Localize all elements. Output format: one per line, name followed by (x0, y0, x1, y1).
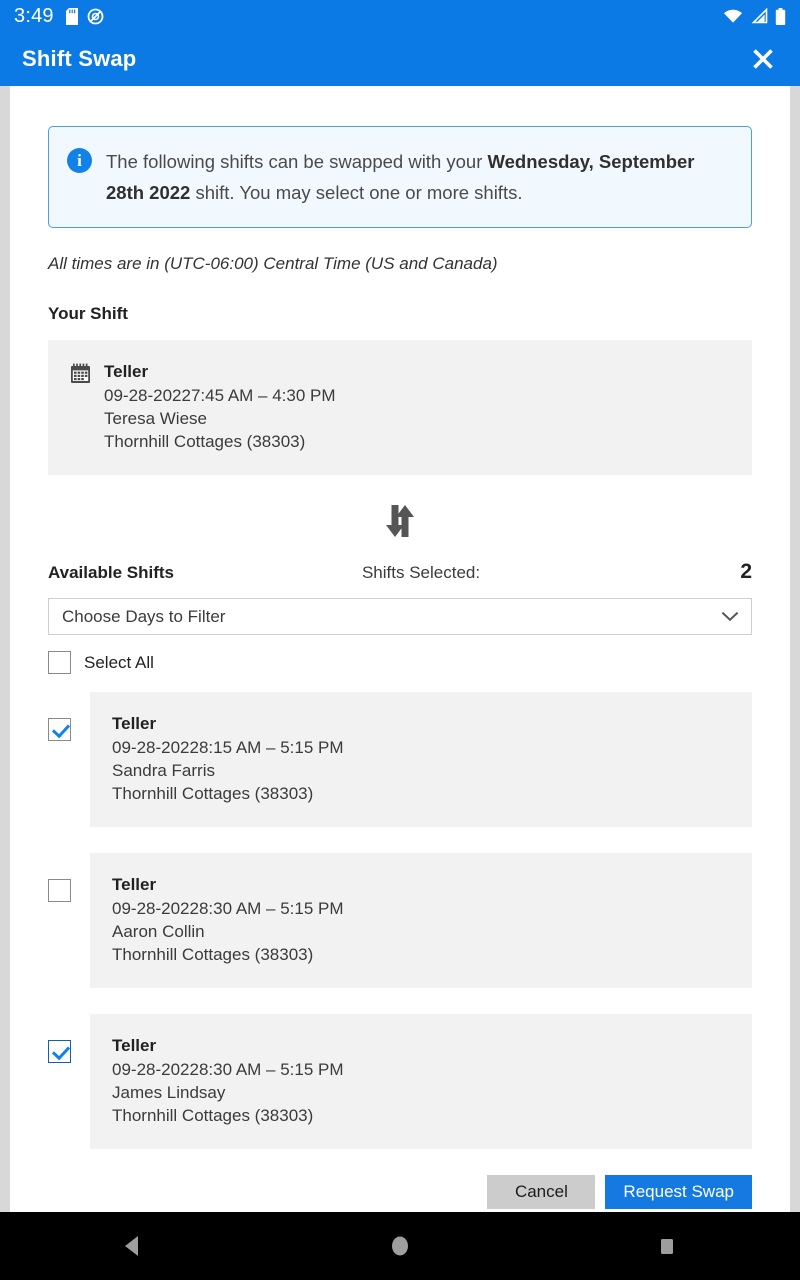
calendar-icon (71, 363, 90, 383)
page-title: Shift Swap (22, 46, 137, 71)
shift-datetime: 09-28-20228:30 AM – 5:15 PM (112, 899, 344, 918)
nav-recents-button[interactable] (622, 1212, 712, 1280)
shift-datetime: 09-28-20227:45 AM – 4:30 PM (104, 386, 336, 405)
info-banner-text: The following shifts can be swapped with… (106, 146, 729, 208)
status-left-icons (65, 7, 104, 25)
shift-location: Thornhill Cottages (38303) (104, 432, 306, 451)
nav-back-button[interactable] (88, 1212, 178, 1280)
request-swap-button[interactable]: Request Swap (605, 1175, 752, 1209)
info-icon: i (67, 148, 92, 173)
sd-card-icon (65, 7, 78, 25)
shift-person: Teresa Wiese (104, 409, 207, 428)
app-bar: Shift Swap (0, 32, 800, 86)
info-text-after: shift. You may select one or more shifts… (190, 182, 523, 203)
shift-role: Teller (112, 714, 157, 733)
your-shift-details: Teller 09-28-20227:45 AM – 4:30 PM Teres… (104, 360, 336, 453)
select-all-checkbox[interactable] (48, 651, 71, 674)
do-not-disturb-icon (87, 8, 104, 24)
recents-square-icon (660, 1239, 673, 1254)
status-clock: 3:49 (14, 4, 54, 27)
home-circle-icon (391, 1236, 408, 1256)
your-shift-heading: Your Shift (48, 304, 128, 323)
nav-home-button[interactable] (355, 1212, 445, 1280)
shift-location: Thornhill Cottages (38303) (112, 945, 314, 964)
status-bar: 3:49 (0, 0, 800, 32)
right-scroll-gutter[interactable] (790, 86, 800, 1212)
list-item[interactable]: Teller 09-28-20228:15 AM – 5:15 PM Sandr… (48, 692, 752, 827)
scroll-content: i The following shifts can be swapped wi… (10, 86, 790, 1212)
info-text-before: The following shifts can be swapped with… (106, 151, 488, 172)
shift-role: Teller (104, 362, 149, 381)
shift-location: Thornhill Cottages (38303) (112, 1106, 314, 1125)
page-body: i The following shifts can be swapped wi… (0, 86, 800, 1212)
shift-checkbox[interactable] (48, 879, 71, 902)
available-shifts-list: Teller 09-28-20228:15 AM – 5:15 PM Sandr… (48, 692, 752, 1149)
shift-role: Teller (112, 875, 157, 894)
system-nav-bar (0, 1212, 800, 1280)
timezone-note: All times are in (UTC-06:00) Central Tim… (48, 254, 498, 273)
info-banner: i The following shifts can be swapped wi… (48, 126, 752, 228)
shift-checkbox[interactable] (48, 1040, 71, 1063)
shift-person: Sandra Farris (112, 761, 215, 780)
battery-icon (775, 7, 786, 25)
days-filter-select[interactable]: Choose Days to Filter (48, 598, 752, 635)
wifi-icon (724, 9, 742, 23)
shift-person: Aaron Collin (112, 922, 205, 941)
shift-datetime: 09-28-20228:30 AM – 5:15 PM (112, 1060, 344, 1079)
shift-datetime: 09-28-20228:15 AM – 5:15 PM (112, 738, 344, 757)
shifts-selected-count: 2 (740, 560, 752, 583)
shift-role: Teller (112, 1036, 157, 1055)
select-all-label: Select All (84, 652, 154, 672)
cancel-button[interactable]: Cancel (487, 1175, 596, 1209)
close-button[interactable] (746, 42, 780, 76)
shift-checkbox[interactable] (48, 718, 71, 741)
shift-person: James Lindsay (112, 1083, 226, 1102)
swap-vertical-arrows-icon (386, 505, 414, 537)
chevron-down-icon (721, 611, 739, 622)
cellular-signal-icon (751, 8, 768, 24)
left-scroll-gutter (0, 86, 10, 1212)
your-shift-card: Teller 09-28-20227:45 AM – 4:30 PM Teres… (48, 340, 752, 475)
list-item[interactable]: Teller 09-28-20228:30 AM – 5:15 PM Aaron… (48, 853, 752, 988)
app-screen: 3:49 Shift Swap i The following shifts c… (0, 0, 800, 1280)
footer-actions: Cancel Request Swap (48, 1175, 752, 1212)
back-triangle-icon (125, 1236, 139, 1256)
close-icon (753, 49, 773, 69)
swap-arrows (48, 505, 752, 538)
available-shifts-header: Available Shifts Shifts Selected: 2 (48, 560, 752, 584)
days-filter-value: Choose Days to Filter (62, 606, 226, 626)
shift-location: Thornhill Cottages (38303) (112, 784, 314, 803)
list-item[interactable]: Teller 09-28-20228:30 AM – 5:15 PM James… (48, 1014, 752, 1149)
shift-card[interactable]: Teller 09-28-20228:30 AM – 5:15 PM James… (90, 1014, 752, 1149)
available-shifts-heading: Available Shifts (48, 563, 174, 582)
shift-card[interactable]: Teller 09-28-20228:15 AM – 5:15 PM Sandr… (90, 692, 752, 827)
status-right-icons (723, 7, 786, 25)
select-all-row[interactable]: Select All (48, 651, 752, 674)
shift-card[interactable]: Teller 09-28-20228:30 AM – 5:15 PM Aaron… (90, 853, 752, 988)
shifts-selected-label: Shifts Selected: (361, 563, 481, 582)
